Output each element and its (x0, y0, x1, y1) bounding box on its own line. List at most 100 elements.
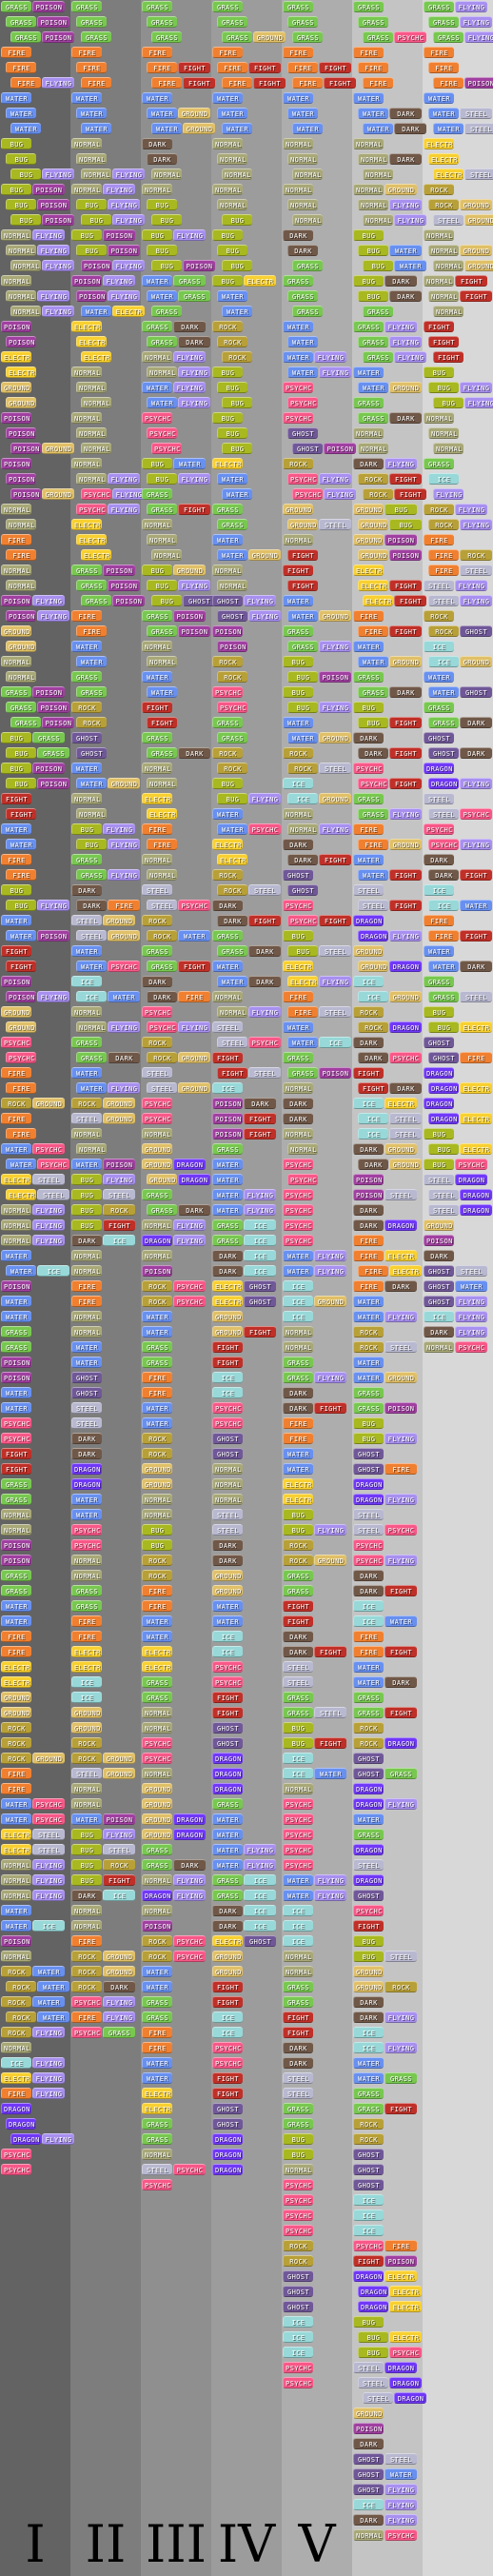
type-badge-bug: BUG (71, 1829, 102, 1840)
type-badge-normal: NORMAL (1, 2042, 31, 2053)
type-badge-psychc: PSYCHC (1, 1433, 31, 1444)
type-badge-normal: NORMAL (76, 153, 107, 165)
type-badge-fight: FIGHT (142, 702, 172, 713)
type-badge-normal: NORMAL (142, 351, 172, 363)
type-badge-fight: FIGHT (385, 1707, 417, 1718)
type-badge-psychc: PSYCHC (283, 412, 313, 424)
type-badge-fire: FIRE (358, 62, 388, 73)
type-badge-bug: BUG (81, 214, 111, 226)
table-row: ROCK WATER FIRE FLYING GRASS ICE FIGHT DARK FLYI… (0, 2011, 493, 2026)
type-badge-ground: GROUND (183, 123, 215, 134)
type-badge-dragon: DRAGON (173, 1813, 206, 1825)
table-row: ELECTR STEEL BUG STEEL GRASS WATER FLYING PSYCH… (0, 1188, 493, 1203)
type-cell: ELECTR STEEL (1, 1829, 66, 1842)
type-badge-poison: POISON (353, 1189, 384, 1200)
type-cell: BUG POISON (1, 763, 66, 776)
type-badge-dark: DARK (353, 1996, 384, 2008)
type-cell: DARK (283, 1631, 314, 1644)
type-badge-water: WATER (287, 108, 318, 119)
type-badge-rock: ROCK (212, 869, 243, 881)
type-badge-rock: ROCK (358, 1021, 388, 1033)
type-badge-flying: FLYING (32, 1874, 65, 1886)
type-badge-ground: GROUND (1, 625, 31, 637)
type-badge-grass: GRASS (292, 260, 323, 271)
type-badge-fire: FIRE (1, 1783, 31, 1794)
type-badge-water: WATER (217, 549, 247, 561)
type-cell: BUG GHOST (151, 595, 216, 608)
type-badge-grass: GRASS (222, 31, 252, 43)
type-cell: ELECTR GHOST (212, 1280, 277, 1294)
type-cell: GRASS (358, 16, 389, 30)
type-rows-container: GRASS POISON GRASS GRASS GRASS GRASS GRASS GRAS… (0, 0, 493, 2544)
table-row: GRASS POISON ROCK FIGHT PSYCHC BUG FLYING BUG GR… (0, 701, 493, 716)
type-badge-fight: FIGHT (428, 336, 459, 347)
type-cell: FIRE (142, 1585, 173, 1598)
type-badge-fight: FIGHT (183, 77, 215, 89)
type-cell: BUG FLYING (147, 580, 211, 593)
type-cell: GRASS (1, 1570, 32, 1583)
type-cell: GROUND (1, 625, 32, 639)
type-cell: DRAGON (424, 763, 455, 776)
type-cell: PSYCHC FLYING (428, 839, 493, 852)
type-cell: FIRE (71, 1296, 103, 1309)
type-badge-flying: FLYING (112, 260, 145, 271)
type-cell: DARK FIGHT (428, 869, 493, 882)
type-cell: GROUND BUG (353, 504, 418, 517)
type-cell: WATER GROUND (147, 108, 211, 121)
type-badge-electr: ELECTR (71, 321, 102, 332)
type-cell: WATER (142, 1326, 173, 1339)
type-badge-bug: BUG (283, 1524, 313, 1536)
type-cell: BUG FLYING (10, 168, 75, 182)
type-badge-flying: FLYING (32, 595, 65, 606)
type-cell: GRASS PSYCHC (363, 31, 427, 45)
type-badge-ground: GROUND (103, 1098, 135, 1109)
type-cell: ROCK (424, 610, 455, 624)
type-badge-ghost: GHOST (292, 443, 323, 454)
type-badge-fire: FIRE (71, 2011, 102, 2023)
generation-label-3: III (146, 2514, 207, 2574)
type-cell: POISON (1, 1280, 32, 1294)
type-badge-dark: DARK (353, 1219, 384, 1231)
type-badge-rock: ROCK (283, 2240, 313, 2251)
type-cell: POISON FLYING (6, 991, 70, 1004)
type-badge-water: WATER (212, 1600, 243, 1612)
type-badge-dark: DARK (385, 275, 417, 287)
type-badge-ice: ICE (428, 900, 459, 911)
type-badge-rock: ROCK (103, 1204, 135, 1216)
type-badge-bug: BUG (283, 1722, 313, 1734)
type-badge-ground: GROUND (319, 610, 351, 622)
type-cell: DARK ICE (212, 1265, 277, 1278)
type-badge-grass: GRASS (71, 1585, 102, 1596)
type-badge-normal: NORMAL (6, 519, 36, 530)
type-cell: NORMAL FLYING (10, 260, 75, 273)
type-cell: GHOST (287, 427, 319, 441)
type-cell: GRASS DARK (147, 1204, 211, 1218)
type-cell: GRASS (353, 793, 385, 806)
type-badge-poison: POISON (324, 443, 356, 454)
type-badge-fight: FIGHT (324, 77, 356, 89)
type-cell: GRASS ICE (212, 1235, 277, 1248)
type-badge-rock: ROCK (142, 1433, 172, 1444)
type-badge-water: WATER (1, 915, 31, 926)
type-cell: DRAGON (353, 1874, 385, 1888)
generation-label-2: II (85, 2514, 127, 2574)
table-row: GRASS GRASS FIRE GROUND GRASS DARK FIGHT (0, 1584, 493, 1599)
type-badge-fire: FIRE (353, 610, 384, 622)
type-badge-fight: FIGHT (287, 549, 318, 561)
table-row: FIRE GRASS NORMAL ELECTR DARK FIGHT WATER DARK (0, 853, 493, 868)
type-cell: PSYCHC (1, 1417, 32, 1431)
type-badge-steel: STEEL (71, 915, 102, 926)
type-cell: PSYCHC (283, 2362, 314, 2375)
type-cell: WATER GROUND (151, 123, 216, 136)
type-badge-water: WATER (147, 108, 177, 119)
type-cell: GRASS (71, 671, 103, 684)
type-cell: PSYCHC (71, 1524, 103, 1537)
type-badge-grass: GRASS (71, 854, 102, 865)
type-cell: BUG FIGHT (283, 1737, 347, 1751)
type-badge-ghost: GHOST (428, 747, 459, 759)
type-badge-psychc: PSYCHC (147, 1021, 177, 1033)
type-cell: ROCK (283, 2240, 314, 2253)
type-cell: STEEL FLYING (428, 595, 493, 608)
table-row: NORMAL GRASS POISON BUG GROUND NORMAL FIGHT ELE… (0, 564, 493, 579)
type-badge-water: WATER (358, 656, 388, 667)
